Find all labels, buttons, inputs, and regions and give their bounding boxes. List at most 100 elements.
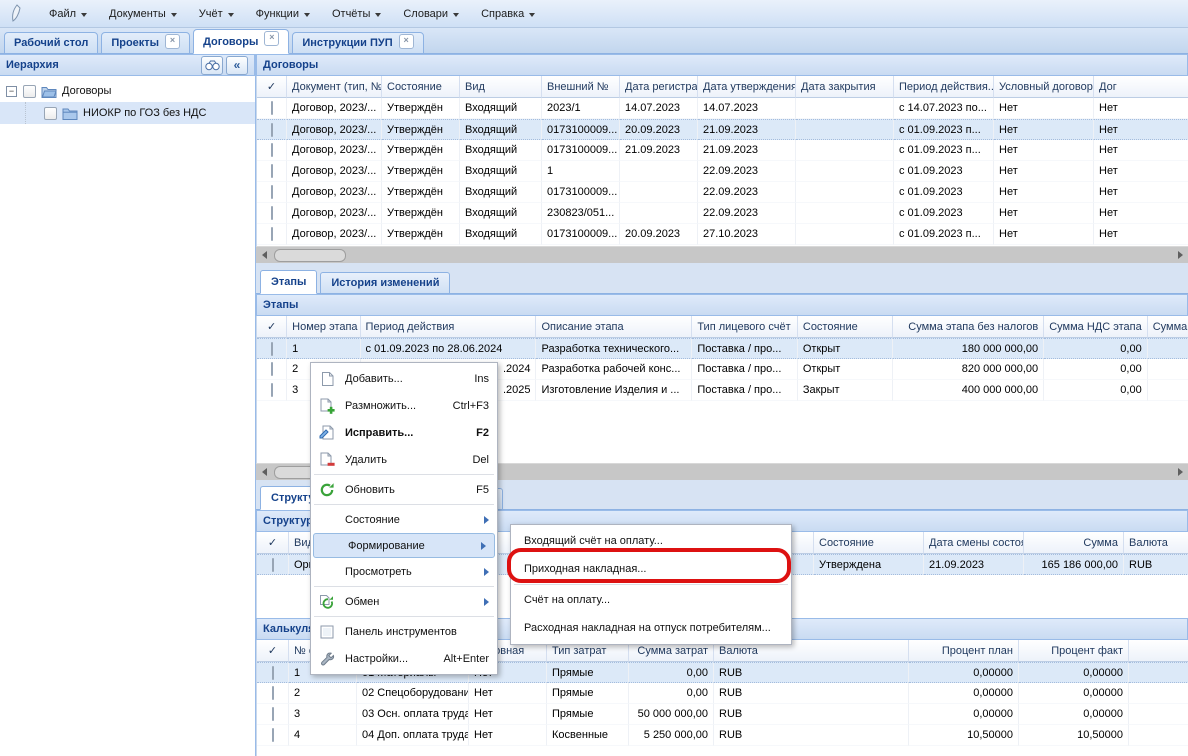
- column-header[interactable]: ✓: [257, 640, 289, 662]
- column-header[interactable]: ✓: [257, 532, 289, 554]
- column-header[interactable]: Сумма НДС этапа: [1044, 316, 1148, 338]
- row-checkbox[interactable]: [271, 383, 273, 397]
- menubar-item[interactable]: Файл: [38, 4, 98, 24]
- column-header[interactable]: Вид: [460, 76, 542, 98]
- node-checkbox[interactable]: [23, 85, 36, 98]
- table-row[interactable]: 303 Осн. оплата трудаНетПрямые50 000 000…: [257, 704, 1188, 725]
- row-checkbox[interactable]: [272, 686, 274, 700]
- row-checkbox[interactable]: [271, 185, 273, 199]
- table-row[interactable]: 1с 01.09.2023 по 28.06.2024Разработка те…: [257, 338, 1188, 359]
- column-header[interactable]: Период действия: [361, 316, 537, 338]
- menubar-item[interactable]: Учёт: [188, 4, 245, 24]
- column-header[interactable]: Тип лицевого счёт: [692, 316, 798, 338]
- context-menu-item[interactable]: ОбновитьF5: [311, 476, 497, 503]
- scroll-right-icon[interactable]: [1172, 247, 1188, 263]
- main-tab[interactable]: Инструкции ПУП×: [292, 32, 423, 54]
- column-header[interactable]: Номер этапа: [287, 316, 360, 338]
- column-header[interactable]: Сумма этапа без налогов: [893, 316, 1044, 338]
- node-checkbox[interactable]: [44, 107, 57, 120]
- menubar-item[interactable]: Документы: [98, 4, 188, 24]
- column-header[interactable]: [1129, 640, 1188, 662]
- submenu-item[interactable]: Расходная накладная на отпуск потребител…: [511, 614, 791, 642]
- row-checkbox[interactable]: [271, 143, 273, 157]
- context-menu-item[interactable]: Просмотреть: [311, 558, 497, 585]
- column-header[interactable]: Дата смены состоя: [924, 532, 1024, 554]
- column-header[interactable]: Сумма эт: [1148, 316, 1188, 338]
- scroll-left-icon[interactable]: [256, 464, 272, 480]
- column-header[interactable]: Документ (тип, №: [287, 76, 382, 98]
- sub-tab[interactable]: История изменений: [320, 272, 450, 294]
- add-doc-icon: [317, 371, 337, 387]
- menubar-item[interactable]: Отчёты: [321, 4, 392, 24]
- tree-node[interactable]: −Договоры: [0, 80, 255, 102]
- row-checkbox[interactable]: [272, 558, 274, 572]
- tab-close-icon[interactable]: ×: [264, 31, 279, 46]
- menubar-item[interactable]: Справка: [470, 4, 546, 24]
- submenu-item[interactable]: Входящий счёт на оплату...: [511, 527, 791, 555]
- context-menu-item[interactable]: Исправить...F2: [311, 419, 497, 446]
- table-row[interactable]: Договор, 2023/...УтверждёнВходящий122.09…: [257, 161, 1188, 182]
- column-header[interactable]: Процент факт: [1019, 640, 1129, 662]
- context-menu-item[interactable]: Настройки...Alt+Enter: [311, 645, 497, 672]
- row-checkbox[interactable]: [272, 666, 274, 680]
- table-row[interactable]: Договор, 2023/...УтверждёнВходящий017310…: [257, 140, 1188, 161]
- column-header[interactable]: Состояние: [798, 316, 894, 338]
- column-header[interactable]: Дата утверждения: [698, 76, 796, 98]
- table-row[interactable]: Договор, 2023/...УтверждёнВходящий2023/1…: [257, 98, 1188, 119]
- table-row[interactable]: Договор, 2023/...УтверждёнВходящий017310…: [257, 224, 1188, 245]
- collapse-node-icon[interactable]: −: [6, 86, 17, 97]
- table-row[interactable]: Договор, 2023/...УтверждёнВходящий230823…: [257, 203, 1188, 224]
- tree-node[interactable]: НИОКР по ГОЗ без НДС: [0, 102, 255, 124]
- column-header[interactable]: Условный договор: [994, 76, 1094, 98]
- binoculars-icon[interactable]: [201, 56, 223, 75]
- row-checkbox[interactable]: [271, 362, 273, 376]
- main-tab[interactable]: Договоры×: [193, 29, 289, 54]
- sub-tab[interactable]: Этапы: [260, 270, 317, 294]
- collapse-panel-icon[interactable]: «: [226, 56, 248, 75]
- table-row[interactable]: Договор, 2023/...УтверждёнВходящий017310…: [257, 182, 1188, 203]
- table-row[interactable]: Договор, 2023/...УтверждёнВходящий017310…: [257, 119, 1188, 140]
- row-checkbox[interactable]: [271, 101, 273, 115]
- column-header[interactable]: Внешний №: [542, 76, 620, 98]
- row-checkbox[interactable]: [271, 342, 273, 356]
- table-row[interactable]: 404 Доп. оплата трудаНетКосвенные5 250 0…: [257, 725, 1188, 746]
- submenu-item[interactable]: Счёт на оплату...: [511, 586, 791, 614]
- column-header[interactable]: ✓: [257, 316, 287, 338]
- menubar-item[interactable]: Словари: [392, 4, 470, 24]
- column-header[interactable]: Дог: [1094, 76, 1188, 98]
- tab-close-icon[interactable]: ×: [399, 34, 414, 49]
- scrollbar-thumb[interactable]: [274, 249, 346, 262]
- context-menu-item[interactable]: Панель инструментов: [311, 618, 497, 645]
- main-tab[interactable]: Проекты×: [101, 32, 190, 54]
- context-menu-item[interactable]: Формирование: [313, 533, 495, 558]
- column-header[interactable]: Сумма: [1024, 532, 1124, 554]
- row-checkbox[interactable]: [271, 227, 273, 241]
- row-checkbox[interactable]: [272, 728, 274, 742]
- column-header[interactable]: Дата регистрации.: [620, 76, 698, 98]
- context-menu-item[interactable]: Обмен: [311, 588, 497, 615]
- column-header[interactable]: Валюта: [1124, 532, 1188, 554]
- column-header[interactable]: Дата закрытия: [796, 76, 894, 98]
- table-row[interactable]: 202 СпецоборудованиеНетПрямые0,00RUB0,00…: [257, 683, 1188, 704]
- tab-close-icon[interactable]: ×: [165, 34, 180, 49]
- column-header[interactable]: Состояние: [814, 532, 924, 554]
- scroll-left-icon[interactable]: [256, 247, 272, 263]
- column-header[interactable]: Период действия..: [894, 76, 994, 98]
- contracts-horizontal-scrollbar[interactable]: [256, 246, 1188, 263]
- context-menu-item[interactable]: Добавить...Ins: [311, 365, 497, 392]
- scroll-right-icon[interactable]: [1172, 464, 1188, 480]
- column-header[interactable]: ✓: [257, 76, 287, 98]
- menubar-item[interactable]: Функции: [245, 4, 321, 24]
- context-menu-item[interactable]: УдалитьDel: [311, 446, 497, 473]
- main-tab[interactable]: Рабочий стол: [4, 32, 98, 54]
- context-menu-item[interactable]: Размножить...Ctrl+F3: [311, 392, 497, 419]
- column-header[interactable]: Описание этапа: [536, 316, 692, 338]
- row-checkbox[interactable]: [271, 206, 273, 220]
- context-menu-item[interactable]: Состояние: [311, 506, 497, 533]
- column-header[interactable]: Процент план: [909, 640, 1019, 662]
- row-checkbox[interactable]: [271, 164, 273, 178]
- submenu-item[interactable]: Приходная накладная...: [511, 555, 791, 583]
- column-header[interactable]: Состояние: [382, 76, 460, 98]
- row-checkbox[interactable]: [271, 123, 273, 137]
- row-checkbox[interactable]: [272, 707, 274, 721]
